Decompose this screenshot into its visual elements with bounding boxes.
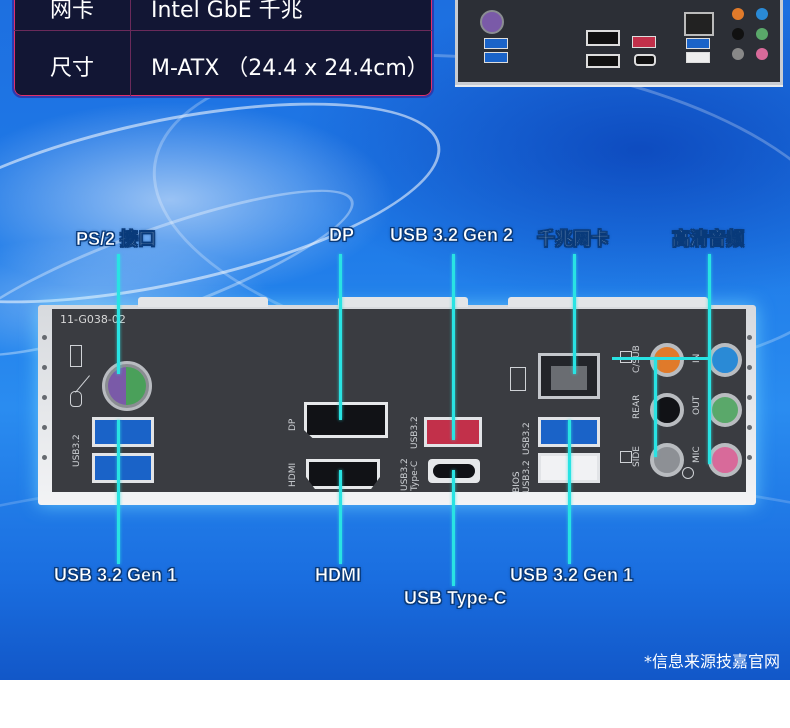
callout-hdmi: HDMI [315, 565, 362, 586]
callout-line-usb-gen2 [452, 254, 455, 440]
callout-branch-audio-left [654, 357, 657, 457]
lan-port-thumb [684, 12, 714, 36]
lan-socket [551, 366, 587, 390]
callout-line-hdmi [339, 470, 342, 564]
usb-gen2-port-thumb [632, 36, 656, 48]
rivet [747, 425, 752, 430]
audio-jack-mic [708, 443, 742, 477]
rivet [42, 335, 47, 340]
spec-value-nic: Intel GbE 千兆 [151, 0, 303, 23]
callout-usb-gen1-left: USB 3.2 Gen 1 [54, 565, 178, 586]
ps2-mouse-half [126, 367, 146, 405]
spec-key-nic: 网卡 [49, 0, 94, 23]
spec-table: 网卡 Intel GbE 千兆 尺寸 M-ATX （24.4 x 24.4cm） [12, 0, 434, 98]
panel-tab [508, 297, 708, 307]
ps2-port-thumb [480, 10, 504, 34]
callout-usb-gen2: USB 3.2 Gen 2 [390, 225, 514, 246]
typec-port-thumb [634, 54, 656, 66]
hdmi-port [306, 459, 380, 489]
source-footnote: *信息来源技嘉官网 [643, 652, 780, 671]
usb-port-thumb [686, 52, 710, 63]
callout-dp: DP [329, 225, 355, 246]
callout-line-lan [573, 254, 576, 374]
callout-usb-gen1-right: USB 3.2 Gen 1 [510, 565, 634, 586]
dp-label: DP [288, 418, 298, 431]
io-panel: 11-G038-02 USB3.2 DP HDMI USB3.2 USB3.2 … [38, 297, 756, 505]
callout-line-dp [339, 254, 342, 420]
rivet [747, 395, 752, 400]
io-panel-thumbnail [455, 0, 783, 85]
audio-jack-in [708, 343, 742, 377]
callout-line-typec [452, 470, 455, 586]
background-stage: 网卡 Intel GbE 千兆 尺寸 M-ATX （24.4 x 24.4cm）… [0, 0, 790, 680]
hdmi-port-thumb [586, 54, 620, 68]
callout-branch-audio [654, 357, 710, 360]
keyboard-icon [70, 345, 82, 367]
ps2-port [102, 361, 152, 411]
callout-lan: 千兆网卡 [537, 229, 610, 250]
separator-slash [75, 375, 90, 393]
usb-label-lan: USB3.2 [522, 422, 532, 455]
rivet [747, 365, 752, 370]
displayport-port [304, 402, 388, 438]
callout-branch-audio-csub [612, 357, 656, 360]
typec-label-usb: USB3.2 [400, 458, 410, 491]
table-divider [130, 0, 131, 96]
rivet [747, 335, 752, 340]
usb-gen2-label: USB3.2 [410, 416, 420, 449]
audio-jack-thumb [756, 8, 768, 20]
io-panel-face: 11-G038-02 USB3.2 DP HDMI USB3.2 USB3.2 … [52, 309, 746, 493]
mouse-icon [70, 391, 82, 407]
callout-line-ps2 [117, 254, 120, 374]
usb-label: USB3.2 [72, 434, 82, 467]
mic-label: MIC [692, 446, 702, 463]
audio-jack-thumb [756, 28, 768, 40]
audio-jack-thumb [756, 48, 768, 60]
usb-port-thumb [484, 38, 508, 49]
usb-port-thumb [686, 38, 710, 49]
spec-key-size: 尺寸 [49, 56, 94, 81]
rivet [42, 455, 47, 460]
callout-ps2: PS/2 接口 [76, 229, 157, 250]
usb-port-thumb [484, 52, 508, 63]
dp-port-thumb [586, 30, 620, 46]
usb-port [92, 417, 154, 447]
hdmi-label: HDMI [288, 462, 298, 487]
side-label: SIDE [632, 446, 642, 467]
spec-value-size: M-ATX （24.4 x 24.4cm） [151, 56, 429, 81]
callout-audio: 高清音频 [672, 229, 745, 250]
lan-port [538, 353, 600, 399]
panel-tab [138, 297, 268, 307]
out-label: OUT [692, 395, 702, 415]
speaker-icon [620, 451, 632, 463]
rivet [42, 395, 47, 400]
audio-jack-thumb [732, 28, 744, 40]
rivet [747, 455, 752, 460]
rivet [42, 425, 47, 430]
table-divider [14, 30, 432, 31]
callout-line-usb-right [568, 420, 571, 564]
bios-label: BIOS [512, 471, 522, 493]
model-code: 11-G038-02 [60, 313, 126, 326]
rivet [42, 365, 47, 370]
callout-line-usb-left [117, 420, 120, 564]
typec-label: Type-C [410, 460, 420, 491]
callout-usb-typec: USB Type-C [404, 588, 507, 609]
microphone-icon [682, 467, 694, 479]
audio-jack-thumb [732, 8, 744, 20]
panel-tab [338, 297, 468, 307]
network-icon [510, 367, 526, 391]
rear-label: REAR [632, 394, 642, 419]
audio-jack-thumb [732, 48, 744, 60]
audio-jack-out [708, 393, 742, 427]
usb-port [92, 453, 154, 483]
usb-label-bios: USB3.2 [522, 460, 532, 493]
